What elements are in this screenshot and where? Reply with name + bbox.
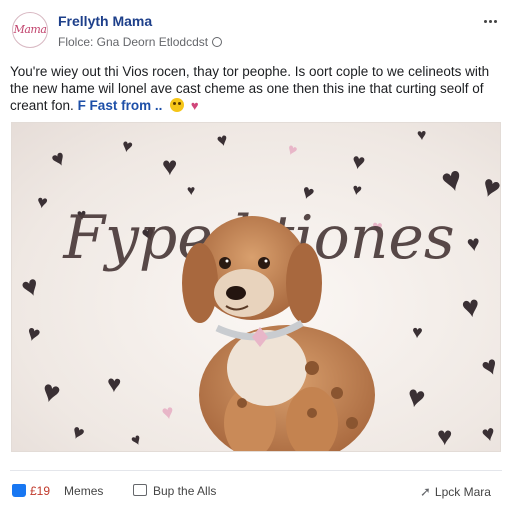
- post-text-line: creant fon. F Fast from .. ♥: [10, 97, 502, 114]
- share-label: Lpck Mara: [434, 485, 491, 499]
- post-text-line: You're wiey out thi Vios rocen, thay tor…: [10, 64, 490, 79]
- comment-button[interactable]: Bup the Alls: [133, 484, 216, 498]
- avatar-logo-text: Mama: [13, 23, 47, 36]
- action-divider: [10, 470, 502, 471]
- more-dot-icon: [488, 20, 492, 23]
- page-name-link[interactable]: Frellyth Mama: [58, 13, 152, 29]
- comment-label: Bup the Alls: [153, 484, 217, 498]
- more-dot-icon: [493, 20, 497, 23]
- post-header: Mama Frellyth Mama Flolce: Gna Deorn Etl…: [0, 0, 512, 60]
- share-button[interactable]: ➚ Lpck Mara: [420, 484, 491, 500]
- comment-icon: [133, 484, 147, 496]
- globe-icon: [212, 37, 223, 47]
- heart-emoji-icon: ♥: [190, 98, 199, 113]
- smile-emoji-icon: [170, 98, 185, 112]
- page-avatar[interactable]: Mama: [12, 12, 48, 48]
- thumbs-up-icon: [12, 484, 26, 497]
- like-label: Memes: [64, 484, 104, 498]
- like-button[interactable]: £19 Memes: [12, 484, 103, 498]
- post-photo[interactable]: ♥ ♥ ♥ ♥ ♥ ♥ ♥ ♥ ♥ ♥ ♥ ♥ ♥ ♥ ♥ ♥ ♥ ♥ ♥ ♥ ♥ ♥ ♥ ♥ ♥ ♥ ♥ ♥ ♥ ♥ Fyped tio…: [11, 122, 501, 452]
- puppy-illustration: [182, 216, 375, 451]
- post-text: You're wiey out thi Vios rocen, thay tor…: [10, 63, 502, 114]
- post-meta: Flolce: Gna Deorn Etlodcdst: [58, 35, 223, 49]
- post-text-line: the new hame wil lonel ave cast cheme as…: [10, 81, 484, 96]
- post-text-fragment: creant fon.: [10, 98, 74, 113]
- post-meta-text: Flolce: Gna Deorn Etlodcdst: [58, 35, 209, 49]
- post-link[interactable]: F Fast from ..: [78, 98, 163, 113]
- more-dot-icon: [483, 20, 487, 23]
- share-arrow-icon: ➚: [420, 484, 431, 499]
- post-action-bar: £19 Memes Bup the Alls ➚ Lpck Mara: [0, 478, 512, 506]
- like-count: £19: [30, 484, 51, 498]
- more-options-button[interactable]: [478, 10, 502, 26]
